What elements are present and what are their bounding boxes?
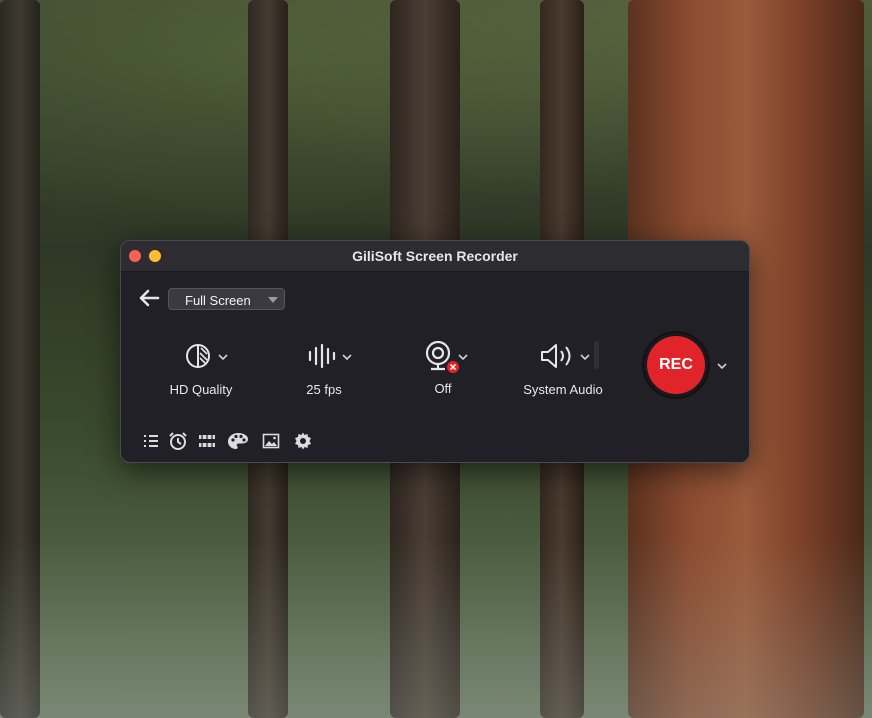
chevron-down-icon bbox=[342, 354, 352, 361]
audio-option[interactable]: System Audio bbox=[513, 337, 613, 407]
list-icon[interactable] bbox=[141, 431, 161, 451]
title-bar[interactable]: GiliSoft Screen Recorder bbox=[121, 241, 749, 272]
gear-icon[interactable] bbox=[293, 431, 313, 451]
webcam-label: Off bbox=[434, 381, 452, 396]
audio-wave-icon bbox=[308, 343, 336, 369]
speaker-icon bbox=[541, 344, 571, 368]
audio-label: System Audio bbox=[523, 382, 603, 397]
palette-icon[interactable] bbox=[227, 431, 249, 451]
quality-option[interactable]: HD Quality bbox=[151, 337, 251, 407]
image-icon[interactable] bbox=[261, 431, 281, 451]
chevron-down-icon bbox=[580, 354, 590, 361]
fps-option[interactable]: 25 fps bbox=[279, 337, 369, 407]
window-title: GiliSoft Screen Recorder bbox=[352, 248, 518, 264]
chevron-down-icon bbox=[458, 354, 468, 361]
quality-label: HD Quality bbox=[169, 382, 233, 397]
capture-mode-label: Full Screen bbox=[185, 293, 251, 308]
back-button[interactable] bbox=[138, 289, 160, 307]
webcam-off-badge-icon bbox=[447, 361, 459, 373]
fps-label: 25 fps bbox=[306, 382, 342, 397]
capture-mode-dropdown[interactable]: Full Screen bbox=[168, 288, 285, 310]
chevron-down-icon bbox=[218, 354, 228, 361]
chevron-down-icon[interactable] bbox=[715, 360, 729, 372]
back-arrow-icon bbox=[139, 289, 160, 307]
caret-down-icon bbox=[268, 297, 278, 303]
audio-level-meter bbox=[594, 341, 599, 369]
film-strip-icon[interactable] bbox=[197, 431, 217, 451]
recorder-window: GiliSoft Screen Recorder Full Screen HD … bbox=[120, 240, 750, 463]
ground-fog bbox=[0, 538, 872, 718]
alarm-clock-icon[interactable] bbox=[168, 431, 188, 451]
quality-icon bbox=[186, 344, 210, 368]
webcam-option[interactable]: Off bbox=[403, 337, 483, 407]
record-button[interactable]: REC bbox=[647, 336, 705, 394]
